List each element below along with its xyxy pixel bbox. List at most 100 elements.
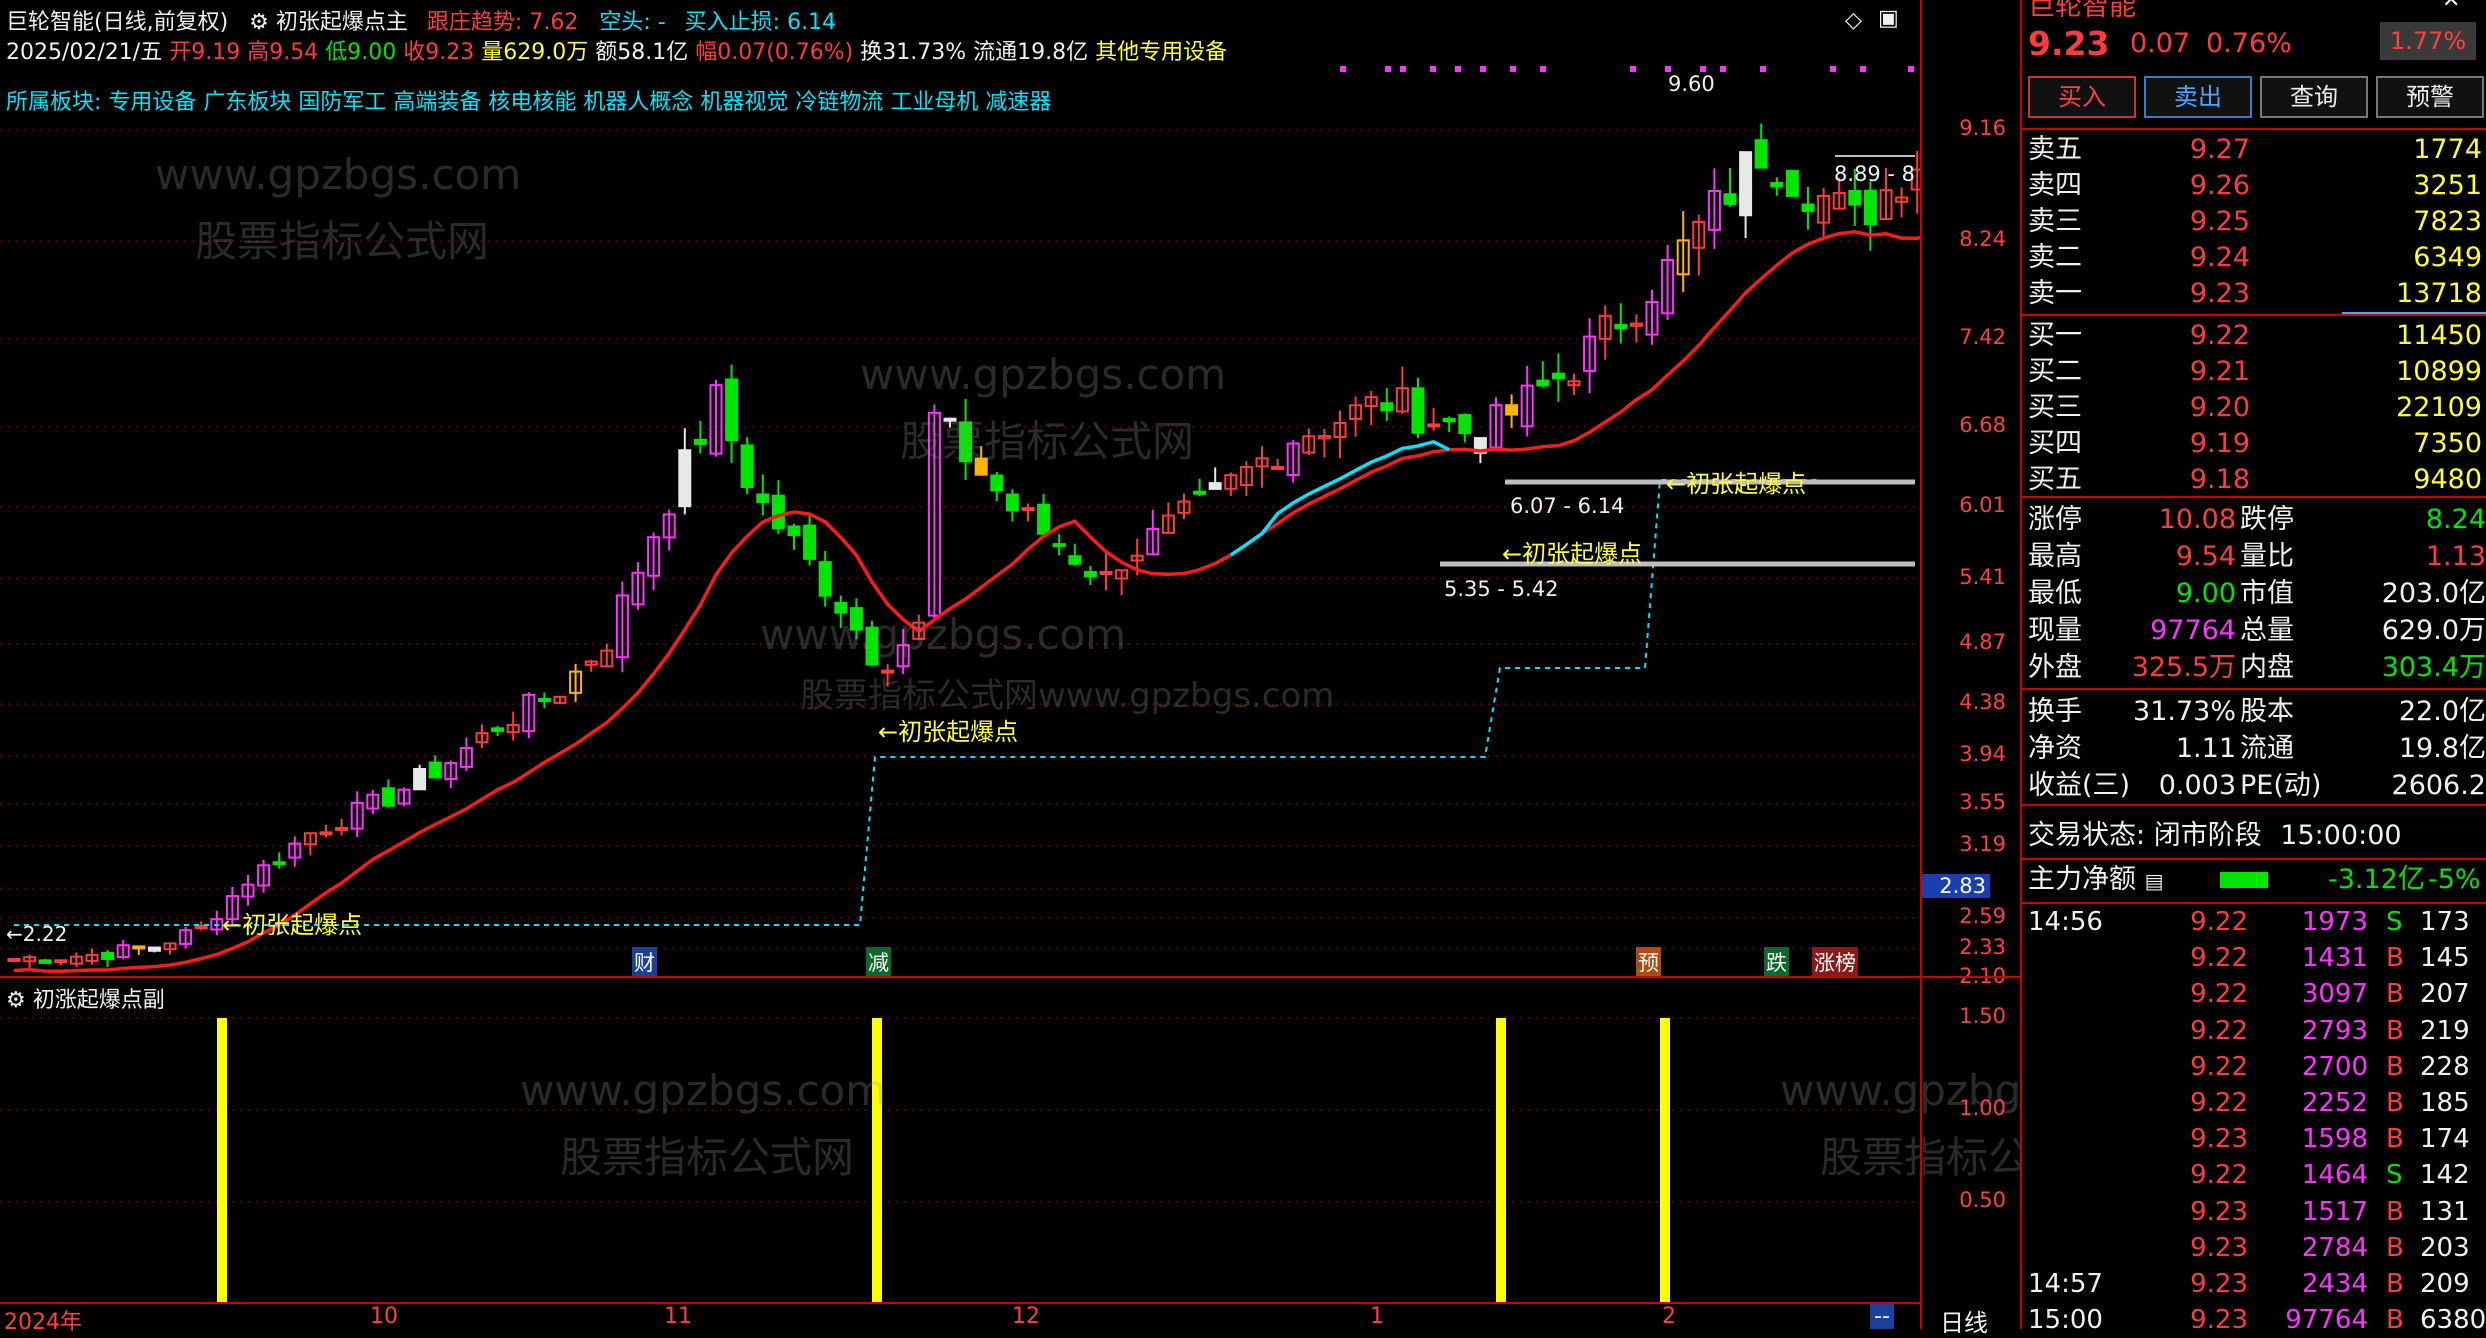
bar-high: 高9.54 (247, 40, 319, 65)
book-label: 买四 (2028, 428, 2082, 459)
tick-row[interactable]: 9.23 2784 B 203 (2028, 1230, 2484, 1266)
signal-dot (1340, 66, 1346, 72)
indicator-name[interactable]: 初张起爆点主 (276, 10, 408, 35)
bid-row[interactable]: 买五 9.18 9480 (2028, 462, 2484, 498)
signal-bar (1496, 1018, 1506, 1302)
boards-list[interactable]: 专用设备 广东板块 国防军工 高端装备 核电核能 机器人概念 机器视觉 冷链物流… (108, 90, 1051, 115)
event-zhang-badge[interactable]: 涨榜 (1812, 947, 1858, 977)
bar-sector[interactable]: 其他专用设备 (1095, 40, 1227, 65)
tick-row[interactable]: 9.22 2252 B 185 (2028, 1085, 2484, 1121)
watermark: www.gpzbgs.com (760, 610, 1127, 659)
candle-body (1551, 372, 1565, 380)
ask-row[interactable]: 卖三 9.25 7823 (2028, 204, 2484, 240)
amplitude-badge[interactable]: 1.77% (2380, 22, 2476, 60)
window-icon[interactable]: ▣ (1878, 6, 1899, 31)
pane-divider[interactable] (0, 976, 1920, 978)
tick-time: 14:57 (2028, 1269, 2103, 1299)
ask-row[interactable]: 卖五 9.27 1774 (2028, 132, 2484, 168)
sub-chart[interactable]: ⚙ 初涨起爆点副 www.gpzbgs.com 股票指标公式网 www.gpzb… (0, 980, 2146, 1302)
tick-count: 207 (2420, 979, 2470, 1010)
candle-body (1739, 151, 1753, 217)
candlestick-chart[interactable] (0, 0, 1940, 979)
tick-row[interactable]: 9.22 3097 B 207 (2028, 976, 2484, 1012)
tick-row[interactable]: 9.22 1464 S 142 (2028, 1157, 2484, 1193)
bid-row[interactable]: 买一 9.22 11450 (2028, 318, 2484, 354)
tick-row[interactable]: 9.22 2793 B 219 (2028, 1013, 2484, 1049)
scroll-end-marker[interactable]: -- (1870, 1304, 1894, 1329)
sub-indicator-chart[interactable] (0, 980, 1920, 1302)
stat-key: 净资 (2028, 733, 2082, 764)
book-volume: 3251 (2413, 170, 2482, 201)
alert-button[interactable]: 预警 (2376, 76, 2484, 118)
tick-row[interactable]: 14:56 9.22 1973 S 173 (2028, 904, 2484, 940)
sell-button[interactable]: 卖出 (2144, 76, 2252, 118)
tick-row[interactable]: 9.23 1517 B 131 (2028, 1194, 2484, 1230)
tick-row[interactable]: 15:00 9.23 97764 B 6380 (2028, 1302, 2486, 1338)
price-change: 0.07 (2130, 28, 2191, 59)
candle-body (132, 945, 146, 950)
tick-side: B (2386, 1088, 2404, 1118)
diamond-icon[interactable]: ◇ (1845, 8, 1862, 33)
stat-row: 最高 9.54 量比 1.13 (2028, 539, 2486, 575)
book-price: 9.19 (2189, 428, 2250, 459)
tick-row[interactable]: 14:57 9.23 2434 B 209 (2028, 1266, 2484, 1302)
separator (2022, 804, 2486, 806)
burst-label-2: ←初张起爆点 (878, 718, 1019, 746)
close-icon[interactable]: ✕ (2442, 0, 2460, 13)
signal-dot (1860, 66, 1866, 72)
tick-count: 209 (2420, 1269, 2470, 1299)
candle-body (1863, 189, 1877, 226)
price-tick-label: 3.19 (1959, 831, 2006, 856)
signal-dot (1908, 66, 1914, 72)
candle-body (1380, 402, 1394, 412)
book-price: 9.25 (2189, 206, 2250, 237)
separator (2022, 128, 2486, 130)
tick-volume: 2700 (2301, 1051, 2368, 1082)
candle-body (1193, 490, 1207, 495)
bar-volume: 量629.0万 (481, 40, 589, 65)
indicator-gear-icon[interactable]: ⚙ (249, 10, 269, 35)
candle-body (1411, 387, 1425, 434)
stat-value: 9.00 (2175, 578, 2236, 609)
bid-row[interactable]: 买三 9.20 22109 (2028, 390, 2484, 426)
list-icon[interactable]: ▤ (2145, 869, 2164, 893)
query-button[interactable]: 查询 (2260, 76, 2368, 118)
ask-row[interactable]: 卖二 9.24 6349 (2028, 240, 2484, 276)
watermark: 股票指标公式网www.gpzbgs.com (800, 676, 1335, 716)
stat-value: 303.4万 (2381, 652, 2486, 683)
ask-row[interactable]: 卖一 9.23 13718 (2028, 276, 2484, 312)
stat-row: 收益(三) 0.003 PE(动) 2606.2 (2028, 768, 2486, 804)
ask-row[interactable]: 卖四 9.26 3251 (2028, 168, 2484, 204)
candle-body (1754, 139, 1768, 169)
price-axis[interactable]: 9.16 8.24 7.42 6.68 6.01 5.41 4.87 4.38 3.94 3.55… (1920, 0, 2020, 1337)
sub-gear-icon[interactable]: ⚙ (6, 988, 26, 1013)
bid-row[interactable]: 买二 9.21 10899 (2028, 354, 2484, 390)
tick-count: 131 (2420, 1196, 2470, 1227)
tick-count: 142 (2420, 1160, 2470, 1191)
candle-body (1770, 182, 1784, 188)
main-chart[interactable]: 巨轮智能(日线,前复权) ⚙ 初张起爆点主 跟庄趋势: 7.62 空头: - 买… (0, 0, 1940, 979)
stat-key: 现量 (2028, 615, 2082, 646)
tick-row[interactable]: 9.22 1431 B 145 (2028, 940, 2484, 976)
bid-row[interactable]: 买四 9.19 7350 (2028, 426, 2484, 462)
tick-row[interactable]: 9.22 2700 B 228 (2028, 1049, 2484, 1085)
price-tick-label: 6.68 (1959, 413, 2006, 438)
candle-body (38, 959, 52, 964)
signal-dot (1540, 66, 1546, 72)
sub-title[interactable]: 初涨起爆点副 (33, 988, 165, 1013)
buy-button[interactable]: 买入 (2028, 76, 2136, 118)
event-jian-badge[interactable]: 减 (866, 947, 891, 977)
signal-dot (1400, 66, 1406, 72)
price-tick-label: 2.33 (1959, 934, 2006, 959)
period-label[interactable]: 日线 (1940, 1303, 1988, 1338)
stat-key: 量比 (2240, 541, 2294, 572)
event-die-badge[interactable]: 跌 (1764, 947, 1789, 977)
trend-label: 跟庄趋势: 7.62 (426, 10, 579, 35)
tick-row[interactable]: 9.23 1598 B 174 (2028, 1121, 2484, 1157)
event-yu-badge[interactable]: 预 (1636, 947, 1661, 977)
event-cai-badge[interactable]: 财 (632, 947, 657, 977)
stat-row: 涨停 10.08 跌停 8.24 (2028, 502, 2486, 538)
stat-row: 最低 9.00 市值 203.0亿 (2028, 576, 2486, 612)
book-label: 卖三 (2028, 206, 2082, 237)
last-price: 9.23 (2028, 24, 2110, 63)
